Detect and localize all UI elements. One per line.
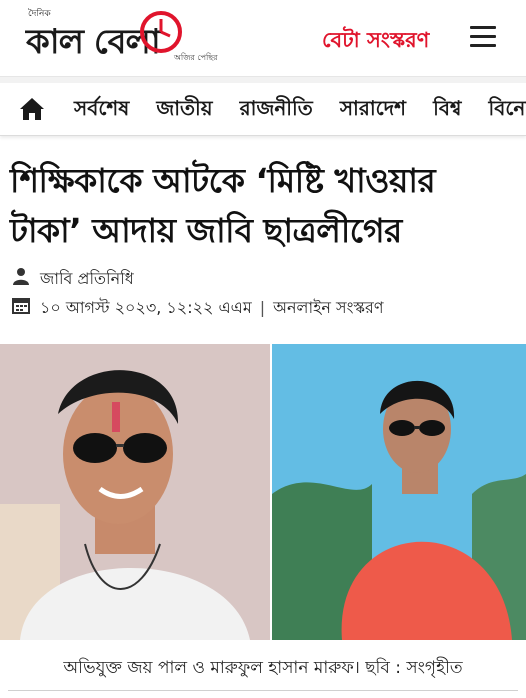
nav-item-world[interactable]: বিশ্ব	[433, 94, 461, 127]
home-icon[interactable]	[18, 96, 46, 122]
author-name[interactable]: জাবি প্রতিনিধি	[40, 266, 134, 293]
site-header: দৈনিক কাল বেলা অজির পেছির বেটা সংস্করণ	[0, 0, 526, 77]
nav-item-politics[interactable]: রাজনীতি	[240, 94, 313, 127]
caption-divider	[8, 690, 518, 691]
photo-caption: অভিযুক্ত জয় পাল ও মারুফুল হাসান মারুফ। …	[63, 658, 463, 678]
beta-version-link[interactable]: বেটা সংস্করণ	[322, 24, 429, 59]
person-photo-illustration	[0, 344, 270, 640]
edition-label: অনলাইন সংস্করণ	[273, 298, 384, 317]
publish-meta: ১০ আগস্ট ২০২৩, ১২:২২ এএম | অনলাইন সংস্করণ	[40, 295, 384, 322]
headline-line-1: শিক্ষিকাকে আটকে ‘মিষ্টি খাওয়ার	[10, 161, 436, 200]
meta-separator: |	[259, 298, 266, 317]
category-nav: সর্বশেষ জাতীয় রাজনীতি সারাদেশ বিশ্ব বিন…	[0, 83, 526, 136]
calendar-icon	[12, 298, 30, 314]
nav-item-national[interactable]: জাতীয়	[156, 94, 212, 127]
person-photo-illustration-2	[272, 344, 526, 640]
logo-tagline: অজির পেছির	[174, 53, 218, 62]
article-headline: শিক্ষিকাকে আটকে ‘মিষ্টি খাওয়ার টাকা’ আদ…	[10, 156, 516, 256]
nav-item-latest[interactable]: সর্বশেষ	[74, 94, 129, 127]
logo-clock-icon	[140, 11, 182, 53]
kalbela-logo[interactable]: দৈনিক কাল বেলা অজির পেছির	[24, 6, 234, 66]
headline-line-2: টাকা’ আদায় জাবি ছাত্রলীগের	[10, 211, 402, 250]
user-icon	[13, 268, 29, 285]
nav-item-country[interactable]: সারাদেশ	[340, 94, 406, 127]
nav-items: সর্বশেষ জাতীয় রাজনীতি সারাদেশ বিশ্ব বিন…	[74, 94, 526, 127]
publish-date: ১০ আগস্ট ২০২৩, ১২:২২ এএম	[40, 298, 252, 317]
accused-photo-left	[0, 344, 270, 640]
accused-photo-right	[272, 344, 526, 640]
author-row: জাবি প্রতিনিধি	[12, 266, 412, 288]
hamburger-menu-icon[interactable]	[470, 26, 496, 48]
date-row: ১০ আগস্ট ২০২৩, ১২:২২ এএম | অনলাইন সংস্করণ	[12, 295, 512, 317]
nav-item-entertainment[interactable]: বিনোদন	[489, 94, 526, 127]
